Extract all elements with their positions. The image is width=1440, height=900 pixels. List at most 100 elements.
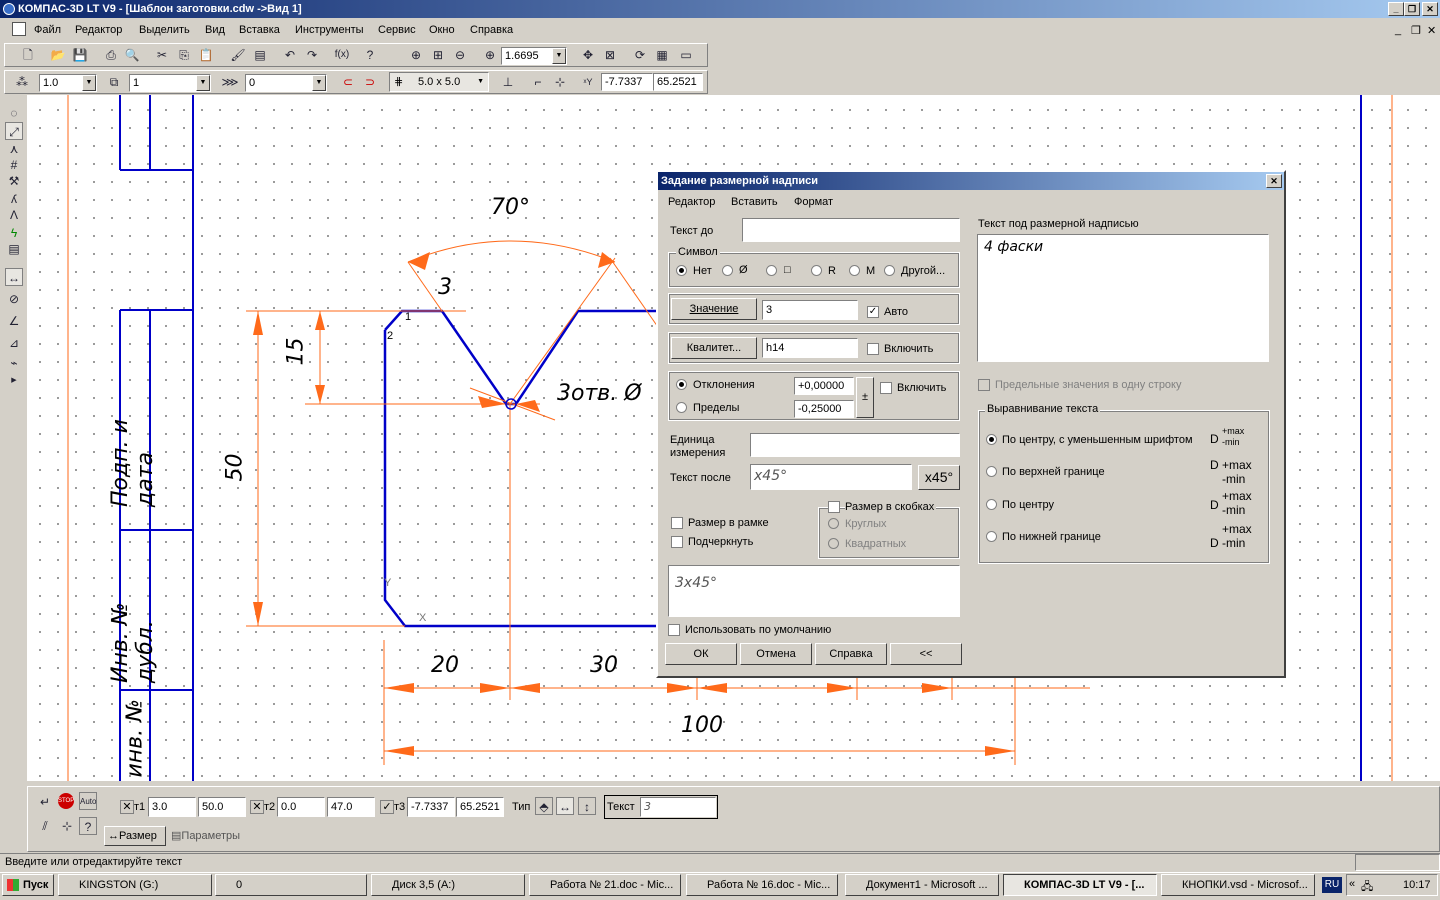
dim100-text[interactable]: 100 [681,713,723,738]
function-icon[interactable]: f(x) [333,46,351,64]
deviations-radio[interactable] [676,379,687,390]
text-under-field[interactable]: 4 фаски [977,234,1269,362]
taskbar-item-document1[interactable]: Документ1 - Microsoft ... [845,874,999,896]
snap-magnet2-icon[interactable]: ⊃ [361,73,379,91]
monitor-icon[interactable]: ▭ [677,46,695,64]
cancel-button[interactable]: Отмена [740,643,812,665]
start-button[interactable]: Пуск [2,874,54,896]
zoom-window-icon[interactable]: ⊞ [429,46,447,64]
mdi-restore-button[interactable]: ❐ [1411,24,1421,37]
dialog-close-button[interactable]: ✕ [1266,174,1282,188]
t3-y-field[interactable]: 65.2521 [456,797,504,817]
taskbar-item-visio[interactable]: КНОПКИ.vsd - Microsof... [1161,874,1315,896]
refresh-icon[interactable]: ⟳ [631,46,649,64]
measure-icon[interactable]: Λ [5,206,23,224]
round-icon[interactable]: ⊹ [551,73,569,91]
tab-parameters[interactable]: ▤Параметры [168,828,252,846]
qualitet-field[interactable]: h14 [762,338,858,358]
diameter-tool-icon[interactable]: ⊘ [5,290,23,308]
t1-icon[interactable]: ✕ [120,800,134,814]
menu-tools[interactable]: Инструменты [295,24,364,36]
tray-expand-icon[interactable]: « [1349,878,1355,890]
taskbar-item-floppy[interactable]: Диск 3,5 (A:) [371,874,525,896]
unit-field[interactable] [750,433,960,457]
underline-checkbox[interactable] [671,536,683,548]
minimize-button[interactable]: _ [1388,2,1404,16]
grid-button[interactable]: ⋕ 5.0 x 5.0 ▼ [389,72,489,92]
symbol-metric-radio[interactable] [849,265,860,276]
menu-edit[interactable]: Редактор [75,24,122,36]
line-scale-combo[interactable]: 1.0 ▼ [39,74,97,92]
menu-insert[interactable]: Вставка [239,24,280,36]
t2-y-field[interactable]: 47.0 [327,797,375,817]
lower-deviation-field[interactable]: -0,25000 [794,400,854,418]
dim30-text[interactable]: 30 [590,653,618,678]
more-tools-icon[interactable]: ▶ [5,372,23,390]
angle-dimension-text[interactable]: 70° [491,195,530,220]
brackets-checkbox[interactable] [828,501,840,513]
limits-radio[interactable] [676,402,687,413]
angle-tool-icon[interactable]: ∠ [5,312,23,330]
use-default-checkbox[interactable] [668,624,680,636]
paste-icon[interactable]: 📋 [197,46,215,64]
taskbar-item-kompas[interactable]: КОМПАС-3D LT V9 - [... [1003,874,1157,896]
symbol-other-radio[interactable] [884,265,895,276]
enter-icon[interactable]: ↵ [36,793,54,811]
save-icon[interactable]: 💾 [71,46,89,64]
text-property-box[interactable]: Текст 3 [604,795,718,819]
collapse-button[interactable]: << [890,643,962,665]
copy-icon[interactable]: ⎘ [175,46,193,64]
zoom-scale-icon[interactable]: ⊕ [481,46,499,64]
dim20-text[interactable]: 20 [431,653,459,678]
tangent-icon[interactable]: ⫽ [36,817,54,835]
hatch-icon[interactable]: ⚒ [5,172,23,190]
snap-magnet-icon[interactable]: ⊂ [339,73,357,91]
local-cs-icon[interactable]: ⊥ [499,73,517,91]
symbol-diameter-radio[interactable] [722,265,733,276]
geometry-icon[interactable]: ◌ [5,104,23,122]
frame-checkbox[interactable] [671,517,683,529]
layers-icon[interactable]: ▦ [653,46,671,64]
holes-label[interactable]: 3отв. Ø [557,381,642,406]
pan-icon[interactable]: ✥ [579,46,597,64]
t3-x-field[interactable]: -7.7337 [407,797,455,817]
text-before-field[interactable] [742,218,960,242]
help-button[interactable]: Справка [815,643,887,665]
menu-window[interactable]: Окно [429,24,455,36]
menu-service[interactable]: Сервис [378,24,416,36]
open-icon[interactable]: 📂 [49,46,67,64]
y-coordinate-field[interactable]: 65.2521 [653,73,703,91]
tray-network-icon[interactable]: 🖧 [1361,878,1373,897]
edit-geometry-icon[interactable]: ⤢ [5,122,23,140]
zoom-out-icon[interactable]: ⊖ [451,46,469,64]
dimension-tool-icon[interactable]: ↔ [5,268,23,286]
spec-icon[interactable]: ▤ [5,240,23,258]
dialog-menu-edit[interactable]: Редактор [668,196,715,208]
t1-x-field[interactable]: 3.0 [148,797,196,817]
snap-icon[interactable]: ⊹ [58,817,76,835]
redo-icon[interactable]: ↷ [303,46,321,64]
t3-icon[interactable]: ✓ [380,800,394,814]
include-qualitet-checkbox[interactable] [867,343,879,355]
taskbar-item-word21[interactable]: Работа № 21.doc - Mic... [529,874,681,896]
help-icon[interactable]: ? [79,817,97,835]
align-center-radio[interactable] [986,499,997,510]
dialog-menu-format[interactable]: Формат [794,196,833,208]
style-combo[interactable]: 0 ▼ [245,74,327,92]
auto-checkbox[interactable]: ✓ [867,306,879,318]
ok-button[interactable]: ОК [665,643,737,665]
menu-help[interactable]: Справка [470,24,513,36]
restore-button[interactable]: ❐ [1404,2,1420,16]
stop-icon[interactable]: STOP [58,793,74,809]
value-field[interactable]: 3 [762,300,858,320]
zoom-combo[interactable]: 1.6695 ▼ [501,47,567,65]
tab-dimension[interactable]: ↔Размер [104,826,166,846]
taskbar-item-folder[interactable]: 0 [215,874,367,896]
type-horizontal-icon[interactable]: ⬘ [535,797,553,815]
x-coordinate-field[interactable]: -7.7337 [601,73,653,91]
new-file-icon[interactable]: 🗋 [19,46,37,64]
mdi-min-button[interactable]: _ [1395,24,1401,36]
manager-icon[interactable]: ▤ [251,46,269,64]
roughness-icon[interactable]: ⊿ [5,334,23,352]
dialog-menu-insert[interactable]: Вставить [731,196,778,208]
